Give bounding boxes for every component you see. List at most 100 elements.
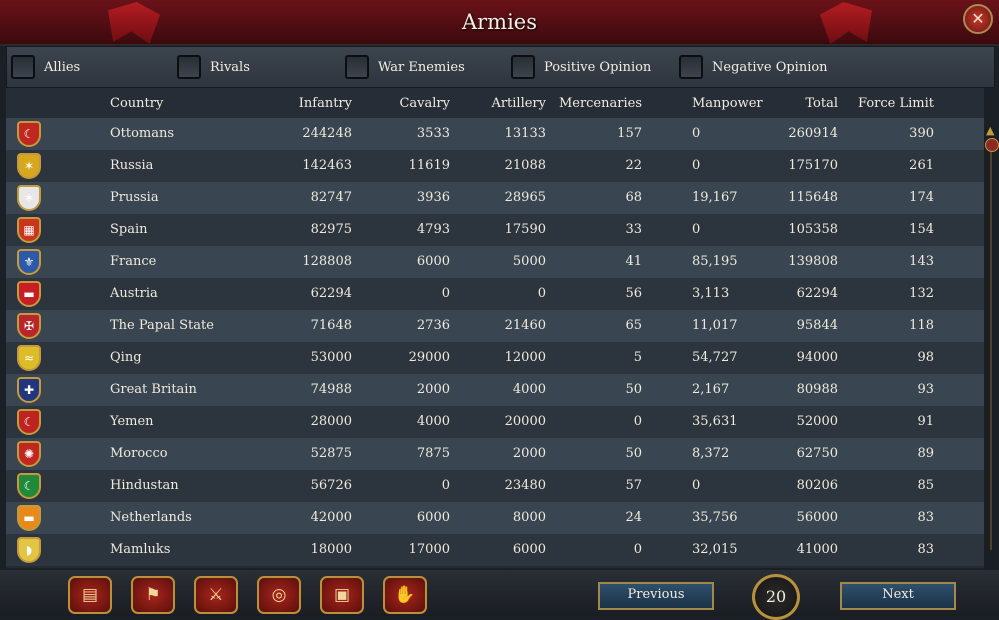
country-cell[interactable]: Netherlands (110, 510, 192, 525)
country-cell[interactable]: Yemen (110, 414, 154, 429)
cavalry-cell: 7875 (416, 446, 450, 461)
scrollbar[interactable]: ▲ (984, 122, 999, 574)
previous-button[interactable]: Previous (598, 582, 714, 610)
col-force-limit-header[interactable]: Force Limit (846, 96, 934, 111)
rivals-checkbox[interactable] (177, 55, 201, 79)
table-row[interactable]: ▬ Austria 62294 0 0 56 3,113 62294 132 (6, 278, 984, 310)
manpower-cell: 2,167 (692, 382, 730, 397)
country-cell[interactable]: Qing (110, 350, 142, 365)
tab-economy-button[interactable]: ◎ (257, 576, 301, 614)
infantry-cell: 62294 (310, 286, 352, 301)
close-button[interactable]: ✕ (963, 4, 993, 34)
country-flag-icon[interactable]: ▬ (17, 505, 41, 531)
tab-flag-button[interactable]: ⚑ (131, 576, 175, 614)
mercenaries-cell: 50 (625, 382, 642, 397)
col-infantry-header[interactable]: Infantry (266, 96, 352, 111)
allies-checkbox[interactable] (11, 55, 35, 79)
mercenaries-cell: 0 (633, 414, 642, 429)
country-flag-icon[interactable]: ◗ (17, 537, 41, 563)
table-row[interactable]: ✶ Prussia 82747 3936 28965 68 19,167 115648 174 (6, 182, 984, 214)
infantry-cell: 56726 (310, 478, 352, 493)
tab-scroll-button[interactable]: ▤ (68, 576, 112, 614)
country-flag-icon[interactable]: ≈ (17, 345, 41, 371)
country-cell[interactable]: Ottomans (110, 126, 174, 141)
total-cell: 52000 (796, 414, 838, 429)
col-mercenaries-header[interactable]: Mercenaries (552, 96, 642, 111)
force-limit-cell: 93 (917, 382, 934, 397)
country-cell[interactable]: Morocco (110, 446, 168, 461)
col-cavalry-header[interactable]: Cavalry (362, 96, 450, 111)
country-flag-icon[interactable]: ☾ (17, 409, 41, 435)
country-cell[interactable]: Austria (110, 286, 158, 301)
mercenaries-cell: 22 (625, 158, 642, 173)
tab-trade-button[interactable]: ▣ (320, 576, 364, 614)
cavalry-cell: 4000 (416, 414, 450, 429)
cavalry-cell: 11619 (408, 158, 450, 173)
manpower-cell: 0 (692, 478, 701, 493)
next-button[interactable]: Next (840, 582, 956, 610)
force-limit-cell: 132 (909, 286, 934, 301)
total-cell: 260914 (788, 126, 838, 141)
scroll-track[interactable] (990, 140, 992, 550)
country-flag-icon[interactable]: ✶ (17, 185, 41, 211)
total-cell: 80988 (796, 382, 838, 397)
title-bar: Armies ✕ (0, 0, 999, 46)
country-cell[interactable]: The Papal State (110, 318, 214, 333)
war-enemies-checkbox[interactable] (345, 55, 369, 79)
artillery-cell: 8000 (512, 510, 546, 525)
country-flag-icon[interactable]: ▦ (17, 217, 41, 243)
manpower-cell: 11,017 (692, 318, 738, 333)
total-cell: 139808 (788, 254, 838, 269)
country-cell[interactable]: Mamluks (110, 542, 170, 557)
country-cell[interactable]: Russia (110, 158, 153, 173)
table-row[interactable]: ✚ Great Britain 74988 2000 4000 50 2,167 80988 9… (6, 374, 984, 406)
country-flag-icon[interactable]: ✠ (17, 313, 41, 339)
col-manpower-header[interactable]: Manpower (692, 96, 763, 111)
table-row[interactable]: ▦ Spain 82975 4793 17590 33 0 105358 154 (6, 214, 984, 246)
country-cell[interactable]: Spain (110, 222, 148, 237)
table-row[interactable]: ≈ Qing 53000 29000 12000 5 54,727 94000 98 (6, 342, 984, 374)
table-row[interactable]: ◗ Mamluks 18000 17000 6000 0 32,015 41000 83 (6, 534, 984, 566)
country-flag-icon[interactable]: ⚜ (17, 249, 41, 275)
country-cell[interactable]: France (110, 254, 156, 269)
country-flag-icon[interactable]: ✶ (17, 153, 41, 179)
trade-goods-icon: ▣ (333, 585, 351, 605)
positive-opinion-checkbox[interactable] (511, 55, 535, 79)
table-row[interactable]: ☾ Hindustan 56726 0 23480 57 0 80206 85 (6, 470, 984, 502)
col-artillery-header[interactable]: Artillery (456, 96, 546, 111)
country-flag-icon[interactable]: ☾ (17, 473, 41, 499)
infantry-cell: 52875 (310, 446, 352, 461)
country-cell[interactable]: Prussia (110, 190, 159, 205)
table-row[interactable]: ✺ Morocco 52875 7875 2000 50 8,372 62750 89 (6, 438, 984, 470)
filter-negative-opinion[interactable]: Negative Opinion (679, 55, 828, 79)
tab-diplomacy-button[interactable]: ✋ (383, 576, 427, 614)
tab-military-button[interactable]: ⚔ (194, 576, 238, 614)
force-limit-cell: 83 (917, 542, 934, 557)
negative-opinion-checkbox[interactable] (679, 55, 703, 79)
country-flag-icon[interactable]: ▬ (17, 281, 41, 307)
artillery-cell: 4000 (512, 382, 546, 397)
country-flag-icon[interactable]: ✺ (17, 441, 41, 467)
table-row[interactable]: ✠ The Papal State 71648 2736 21460 65 11,017 95… (6, 310, 984, 342)
scroll-up-icon[interactable]: ▲ (986, 124, 994, 137)
cavalry-cell: 17000 (408, 542, 450, 557)
col-total-header[interactable]: Total (754, 96, 838, 111)
filter-rivals[interactable]: Rivals (177, 55, 250, 79)
country-cell[interactable]: Great Britain (110, 382, 197, 397)
filter-positive-opinion[interactable]: Positive Opinion (511, 55, 651, 79)
country-flag-icon[interactable]: ✚ (17, 377, 41, 403)
scroll-thumb[interactable] (985, 138, 999, 152)
table-row[interactable]: ☾ Yemen 28000 4000 20000 0 35,631 52000 91 (6, 406, 984, 438)
table-row[interactable]: ▬ Netherlands 42000 6000 8000 24 35,756 56000 83 (6, 502, 984, 534)
filter-war-enemies[interactable]: War Enemies (345, 55, 465, 79)
handshake-icon: ✋ (394, 585, 416, 605)
country-flag-icon[interactable]: ☾ (17, 121, 41, 147)
country-cell[interactable]: Hindustan (110, 478, 179, 493)
mercenaries-cell: 33 (625, 222, 642, 237)
table-row[interactable]: ☾ Ottomans 244248 3533 13133 157 0 260914 390 (6, 118, 984, 150)
total-cell: 56000 (796, 510, 838, 525)
table-row[interactable]: ⚜ France 128808 6000 5000 41 85,195 139808 143 (6, 246, 984, 278)
col-country-header[interactable]: Country (110, 96, 163, 111)
table-row[interactable]: ✶ Russia 142463 11619 21088 22 0 175170 261 (6, 150, 984, 182)
filter-allies[interactable]: Allies (11, 55, 80, 79)
